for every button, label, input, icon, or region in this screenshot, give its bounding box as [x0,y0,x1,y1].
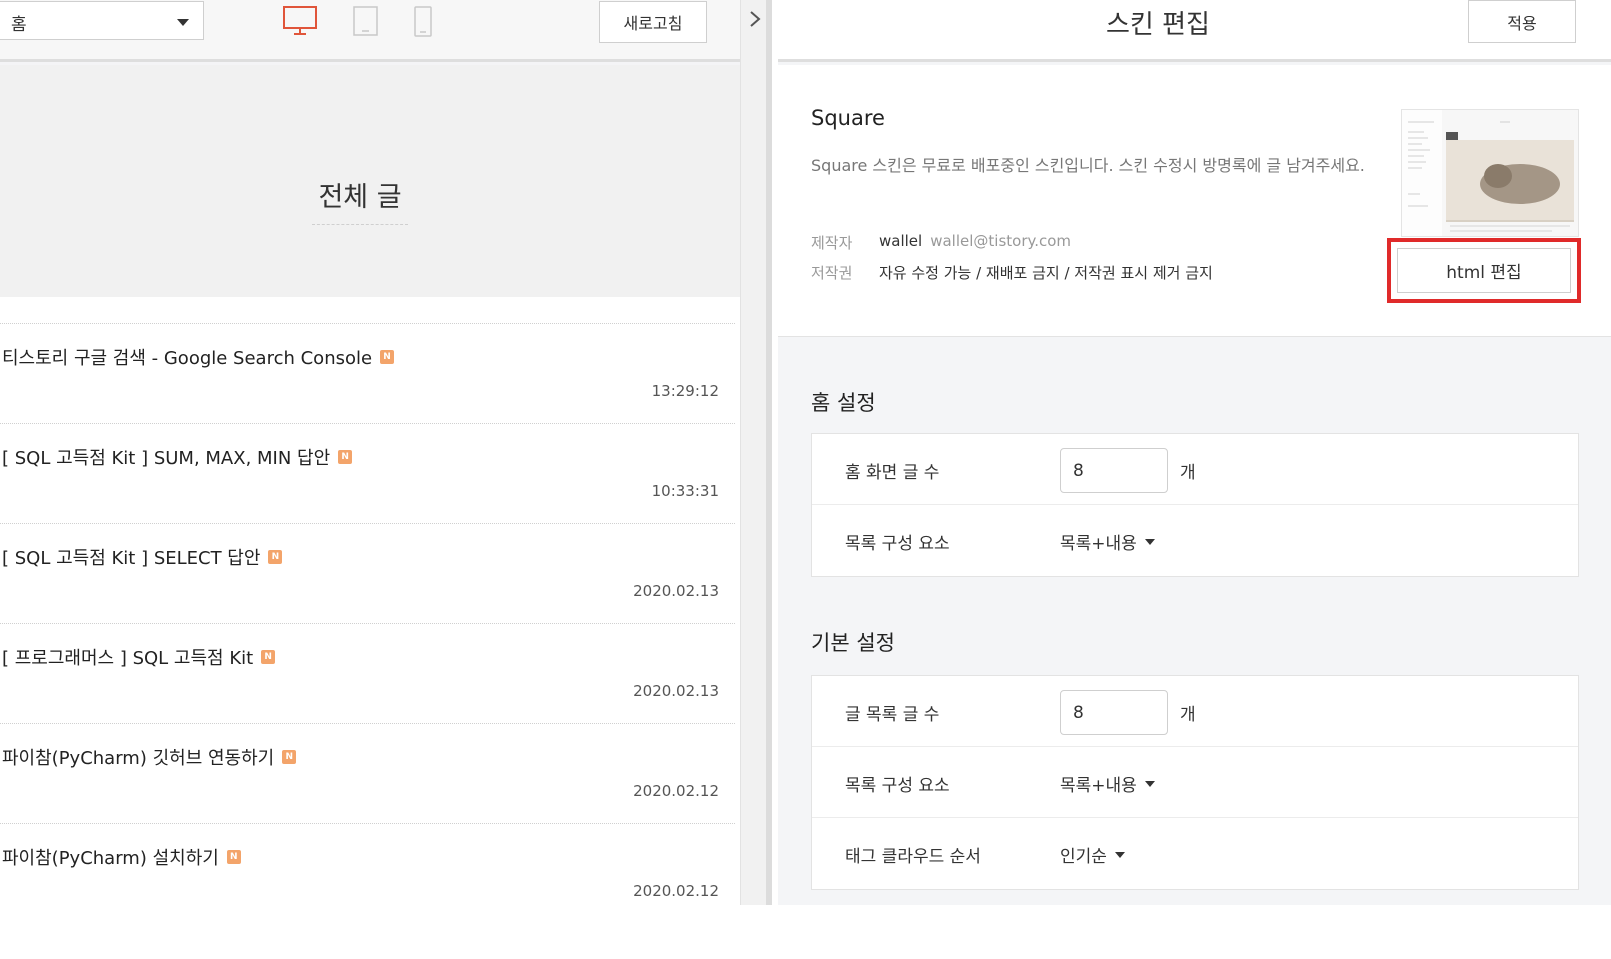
home-settings-box: 홈 화면 글 수 개 목록 구성 요소 목록+내용 [811,433,1579,577]
hero-title: 전체 글 [318,182,402,213]
list-item[interactable]: 티스토리 구글 검색 - Google Search Console N 13:2… [0,323,735,423]
skin-info-card: Square Square 스킨은 무료로 배포중인 스킨입니다. 스킨 수정시… [778,65,1611,337]
post-date: 2020.02.12 [633,882,719,900]
setting-row: 태그 클라우드 순서 인기순 [812,818,1578,889]
list-elements-select[interactable]: 목록+내용 [1060,771,1155,796]
skin-description: Square 스킨은 무료로 배포중인 스킨입니다. 스킨 수정시 방명록에 글… [811,156,1365,175]
home-list-elements-label: 목록 구성 요소 [845,534,950,554]
tag-cloud-order-label: 태그 클라우드 순서 [845,847,981,867]
preview-pane: 홈 새로고침 전체 글 티스토리 구글 검색 - Google Search C… [0,0,772,905]
post-title[interactable]: 파이참(PyCharm) 깃허브 연동하기 [2,744,274,770]
new-badge: N [338,450,353,464]
skin-edit-header: 스킨 편집 적용 [778,0,1611,62]
preview-hero: 전체 글 [0,65,740,297]
home-post-count-label: 홈 화면 글 수 [845,463,940,483]
caret-down-icon [1144,538,1155,545]
refresh-button[interactable]: 새로고침 [599,1,707,43]
apply-button[interactable]: 적용 [1468,0,1576,43]
list-elements-label: 목록 구성 요소 [845,776,950,796]
author-label: 제작자 [811,234,853,252]
setting-row: 목록 구성 요소 목록+내용 [812,747,1578,818]
page-title: 스킨 편집 [1106,10,1210,40]
skin-preview-image [1402,110,1578,236]
list-item[interactable]: [ 프로그래머스 ] SQL 고득점 Kit N 2020.02.13 [0,623,735,723]
post-date: 10:33:31 [651,482,719,500]
unit-label: 개 [1180,463,1196,483]
html-edit-highlight: html 편집 [1387,238,1581,303]
select-value: 목록+내용 [1060,534,1137,554]
html-edit-button[interactable]: html 편집 [1397,248,1571,293]
post-title[interactable]: 파이참(PyCharm) 설치하기 [2,844,219,870]
basic-settings-title: 기본 설정 [811,631,895,655]
license-row: 저작권 자유 수정 가능 / 재배포 금지 / 저작권 표시 제거 금지 [811,262,1213,283]
setting-row: 목록 구성 요소 목록+내용 [812,505,1578,576]
basic-settings-box: 글 목록 글 수 개 목록 구성 요소 목록+내용 태그 클라우드 순서 인기순 [811,675,1579,890]
author-name: wallel [879,232,923,250]
page-select-value: 홈 [11,15,27,35]
hero-divider [312,224,408,225]
home-settings-title: 홈 설정 [811,391,876,415]
post-date: 2020.02.12 [633,782,719,800]
new-badge: N [380,350,395,364]
author-email: wallel@tistory.com [930,232,1072,250]
list-post-count-label: 글 목록 글 수 [845,705,940,725]
post-date: 2020.02.13 [633,682,719,700]
setting-row: 글 목록 글 수 개 [812,676,1578,747]
unit-label: 개 [1180,705,1196,725]
post-title[interactable]: 티스토리 구글 검색 - Google Search Console [2,344,372,370]
list-item[interactable]: [ SQL 고득점 Kit ] SELECT 답안 N 2020.02.13 [0,523,735,623]
home-list-elements-select[interactable]: 목록+내용 [1060,529,1155,554]
setting-row: 홈 화면 글 수 개 [812,434,1578,505]
select-value: 인기순 [1060,847,1107,867]
chevron-right-icon [750,11,761,27]
new-badge: N [268,550,283,564]
preview-toolbar: 홈 새로고침 [0,0,772,62]
post-list: 티스토리 구글 검색 - Google Search Console N 13:2… [0,297,756,905]
pc-monitor-icon[interactable] [283,6,317,36]
chevron-down-icon [177,19,189,26]
post-date: 13:29:12 [651,382,719,400]
skin-edit-pane: 스킨 편집 적용 Square Square 스킨은 무료로 배포중인 스킨입니… [778,0,1611,905]
list-item[interactable]: [ SQL 고득점 Kit ] SUM, MAX, MIN 답안 N 10:33:… [0,423,735,523]
caret-down-icon [1114,851,1125,858]
tablet-icon[interactable] [353,6,378,36]
author-row: 제작자 wallel wallel@tistory.com [811,232,1071,253]
collapse-toggle[interactable] [740,0,772,905]
list-item[interactable]: 파이참(PyCharm) 설치하기 N 2020.02.12 [0,823,735,905]
new-badge: N [226,850,241,864]
caret-down-icon [1144,780,1155,787]
skin-thumbnail [1401,109,1579,237]
post-title[interactable]: [ SQL 고득점 Kit ] SELECT 답안 [2,544,260,570]
post-date: 2020.02.13 [633,582,719,600]
post-title[interactable]: [ 프로그래머스 ] SQL 고득점 Kit [2,644,253,670]
new-badge: N [282,750,297,764]
list-item[interactable]: 파이참(PyCharm) 깃허브 연동하기 N 2020.02.12 [0,723,735,823]
new-badge: N [261,650,276,664]
select-value: 목록+내용 [1060,776,1137,796]
list-post-count-input[interactable] [1060,690,1168,735]
license-label: 저작권 [811,264,853,282]
skin-name: Square [811,106,885,130]
home-post-count-input[interactable] [1060,448,1168,493]
license-value: 자유 수정 가능 / 재배포 금지 / 저작권 표시 제거 금지 [879,264,1213,282]
post-title[interactable]: [ SQL 고득점 Kit ] SUM, MAX, MIN 답안 [2,444,330,470]
page-select[interactable]: 홈 [0,1,204,40]
tag-cloud-order-select[interactable]: 인기순 [1060,842,1125,867]
mobile-icon[interactable] [414,6,432,37]
